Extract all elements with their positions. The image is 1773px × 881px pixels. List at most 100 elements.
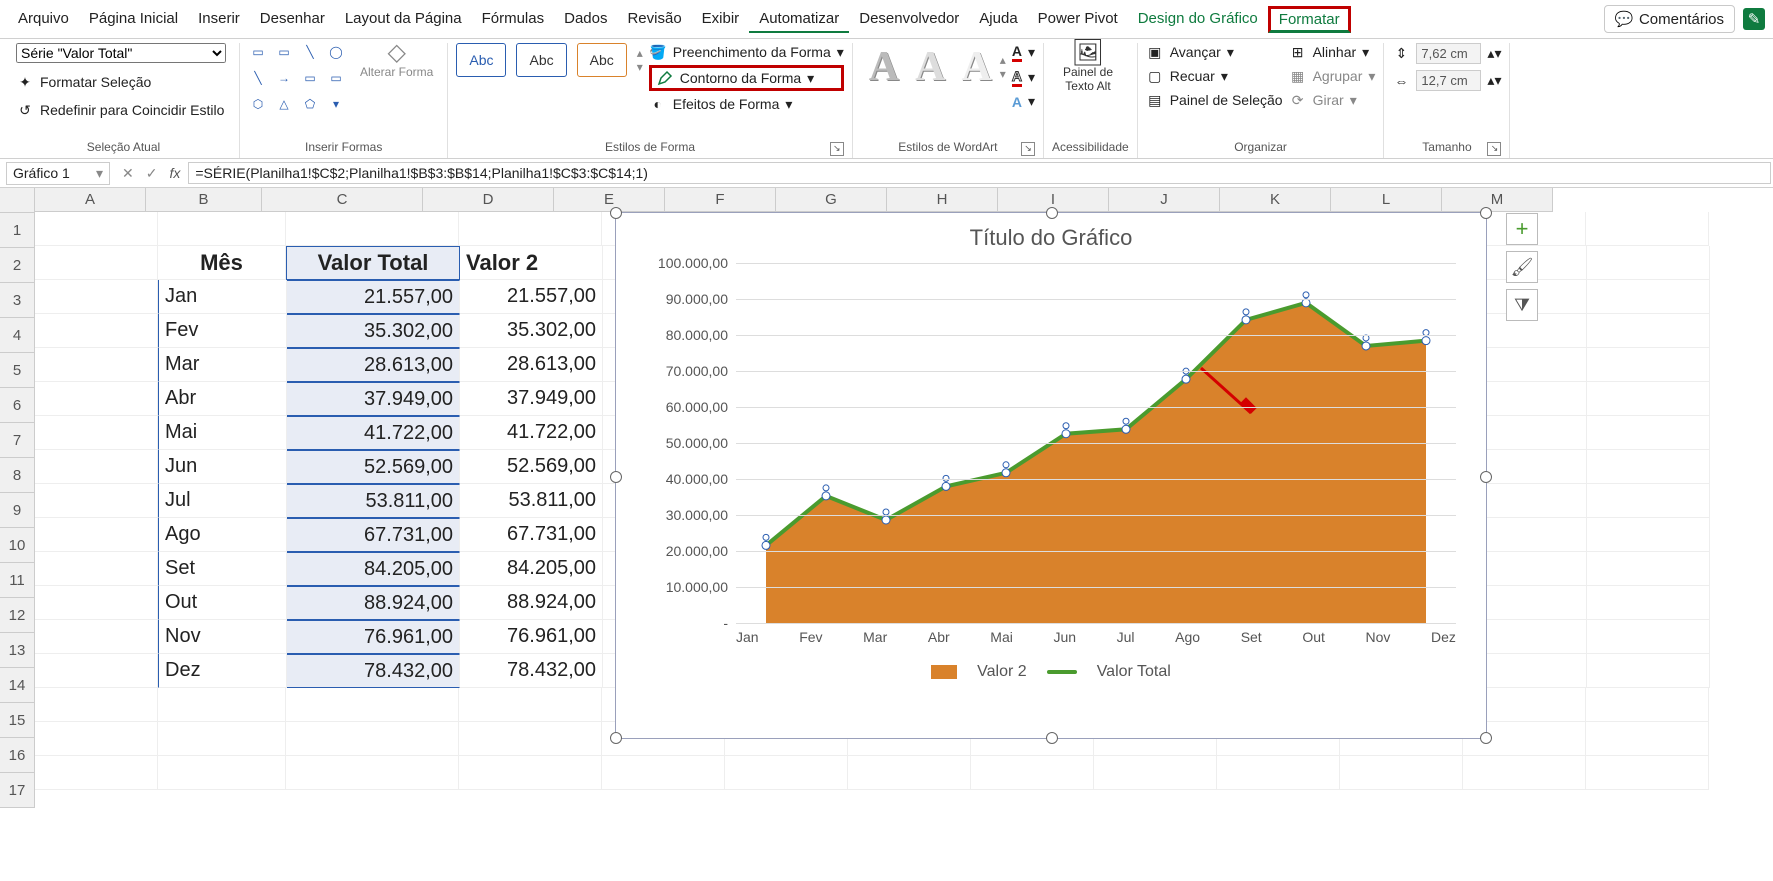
menu-exibir[interactable]: Exibir	[692, 6, 750, 33]
cell[interactable]	[1587, 586, 1710, 620]
cell[interactable]	[35, 314, 158, 348]
cell[interactable]	[158, 722, 286, 756]
row-header[interactable]: 8	[0, 458, 35, 493]
cell[interactable]: Fev	[158, 314, 287, 348]
cell[interactable]	[1463, 756, 1586, 790]
cell[interactable]: 35.302,00	[287, 314, 460, 348]
row-header[interactable]: 11	[0, 563, 35, 598]
resize-handle[interactable]	[610, 207, 622, 219]
column-header[interactable]: L	[1331, 188, 1442, 212]
cell[interactable]	[35, 280, 158, 314]
cell[interactable]: 76.961,00	[287, 620, 460, 654]
shape-line-icon[interactable]: ╲	[300, 43, 320, 61]
menu-desenvolvedor[interactable]: Desenvolvedor	[849, 6, 969, 33]
row-header[interactable]: 16	[0, 738, 35, 773]
cell[interactable]	[971, 756, 1094, 790]
cell[interactable]	[1587, 552, 1710, 586]
shape-arrow-icon[interactable]: →	[274, 69, 294, 87]
cell[interactable]: Jan	[158, 280, 287, 314]
cell[interactable]: 28.613,00	[287, 348, 460, 382]
column-header[interactable]: C	[262, 188, 423, 212]
cell[interactable]	[35, 484, 158, 518]
text-outline-button[interactable]: A▾	[1012, 68, 1035, 87]
cell[interactable]	[35, 654, 158, 688]
cell[interactable]	[1587, 416, 1710, 450]
cell[interactable]: Jun	[158, 450, 287, 484]
chart-element-select[interactable]: Série "Valor Total"	[16, 43, 226, 63]
shape-hex-icon[interactable]: ⬡	[248, 95, 268, 113]
shape-ellipse-icon[interactable]: ◯	[326, 43, 346, 61]
row-header[interactable]: 17	[0, 773, 35, 808]
cell[interactable]: 37.949,00	[287, 382, 460, 416]
cell[interactable]: 37.949,00	[460, 382, 603, 416]
wordart-style-3[interactable]: A	[953, 43, 999, 91]
menu-inserir[interactable]: Inserir	[188, 6, 250, 33]
cell[interactable]	[1217, 756, 1340, 790]
cell[interactable]: Ago	[158, 518, 287, 552]
cell[interactable]	[158, 688, 286, 722]
cell[interactable]	[602, 756, 725, 790]
send-backward-button[interactable]: ▢Recuar▾	[1146, 67, 1283, 85]
cell[interactable]	[459, 756, 602, 790]
cell[interactable]: 21.557,00	[460, 280, 603, 314]
cell[interactable]: Dez	[158, 654, 287, 688]
cell[interactable]	[35, 722, 158, 756]
shapes-gallery[interactable]: ▭▭╲◯ ╲→▭▭ ⬡△⬠▾	[248, 43, 348, 117]
cell[interactable]: Mar	[158, 348, 287, 382]
menu-revisao[interactable]: Revisão	[617, 6, 691, 33]
row-header[interactable]: 5	[0, 353, 35, 388]
bring-forward-button[interactable]: ▣Avançar▾	[1146, 43, 1283, 61]
menu-pagina-inicial[interactable]: Página Inicial	[79, 6, 188, 33]
shape-style-gallery[interactable]: Abc Abc Abc ▴▾	[456, 43, 642, 77]
text-effects-button[interactable]: A▾	[1012, 93, 1035, 110]
cell[interactable]	[35, 620, 158, 654]
cell[interactable]: 67.731,00	[287, 518, 460, 552]
cell[interactable]	[35, 586, 158, 620]
alt-text-button[interactable]: 🖼Painel de Texto Alt	[1052, 43, 1124, 93]
cell[interactable]	[35, 552, 158, 586]
cell[interactable]	[848, 756, 971, 790]
cell[interactable]	[286, 212, 459, 246]
cell[interactable]	[1587, 246, 1710, 280]
cell[interactable]	[1587, 450, 1710, 484]
format-selection-button[interactable]: ✦Formatar Seleção	[16, 73, 151, 91]
menu-desenhar[interactable]: Desenhar	[250, 6, 335, 33]
resize-handle[interactable]	[1480, 207, 1492, 219]
row-header[interactable]: 12	[0, 598, 35, 633]
chart-styles-button[interactable]: 🖌	[1506, 251, 1538, 283]
resize-handle[interactable]	[1480, 471, 1492, 483]
cell[interactable]: 78.432,00	[460, 654, 603, 688]
cell[interactable]	[286, 756, 459, 790]
reset-style-button[interactable]: ↺Redefinir para Coincidir Estilo	[16, 101, 224, 119]
cell[interactable]: 53.811,00	[460, 484, 603, 518]
shape-style-1[interactable]: Abc	[456, 43, 506, 77]
height-input[interactable]	[1416, 43, 1481, 64]
menu-layout[interactable]: Layout da Página	[335, 6, 472, 33]
column-header[interactable]: F	[665, 188, 776, 212]
cell[interactable]	[1587, 654, 1710, 688]
row-header[interactable]: 6	[0, 388, 35, 423]
menu-formatar[interactable]: Formatar	[1268, 6, 1351, 33]
cell[interactable]: 41.722,00	[460, 416, 603, 450]
shape-textbox-icon[interactable]: ▭	[248, 43, 268, 61]
column-header[interactable]: K	[1220, 188, 1331, 212]
cell[interactable]: 53.811,00	[287, 484, 460, 518]
dialog-launcher[interactable]: ↘	[830, 142, 844, 156]
cell[interactable]: Mês	[158, 246, 286, 280]
cell[interactable]	[725, 756, 848, 790]
shape-effects-button[interactable]: ◐Efeitos de Forma▾	[649, 95, 844, 113]
shape-tri-icon[interactable]: △	[274, 95, 294, 113]
chart-object[interactable]: Título do Gráfico -10.000,0020.000,0030.…	[615, 212, 1487, 739]
cell[interactable]: 84.205,00	[460, 552, 603, 586]
cell[interactable]	[35, 212, 158, 246]
cell[interactable]	[158, 212, 286, 246]
column-header[interactable]: D	[423, 188, 554, 212]
align-button[interactable]: ⊞Alinhar▾	[1289, 43, 1376, 61]
cell[interactable]	[286, 722, 459, 756]
cell[interactable]	[35, 518, 158, 552]
chart-add-element-button[interactable]: +	[1506, 213, 1538, 245]
menu-ajuda[interactable]: Ajuda	[969, 6, 1027, 33]
column-header[interactable]: J	[1109, 188, 1220, 212]
fx-icon[interactable]: fx	[163, 165, 186, 181]
row-header[interactable]: 2	[0, 248, 35, 283]
